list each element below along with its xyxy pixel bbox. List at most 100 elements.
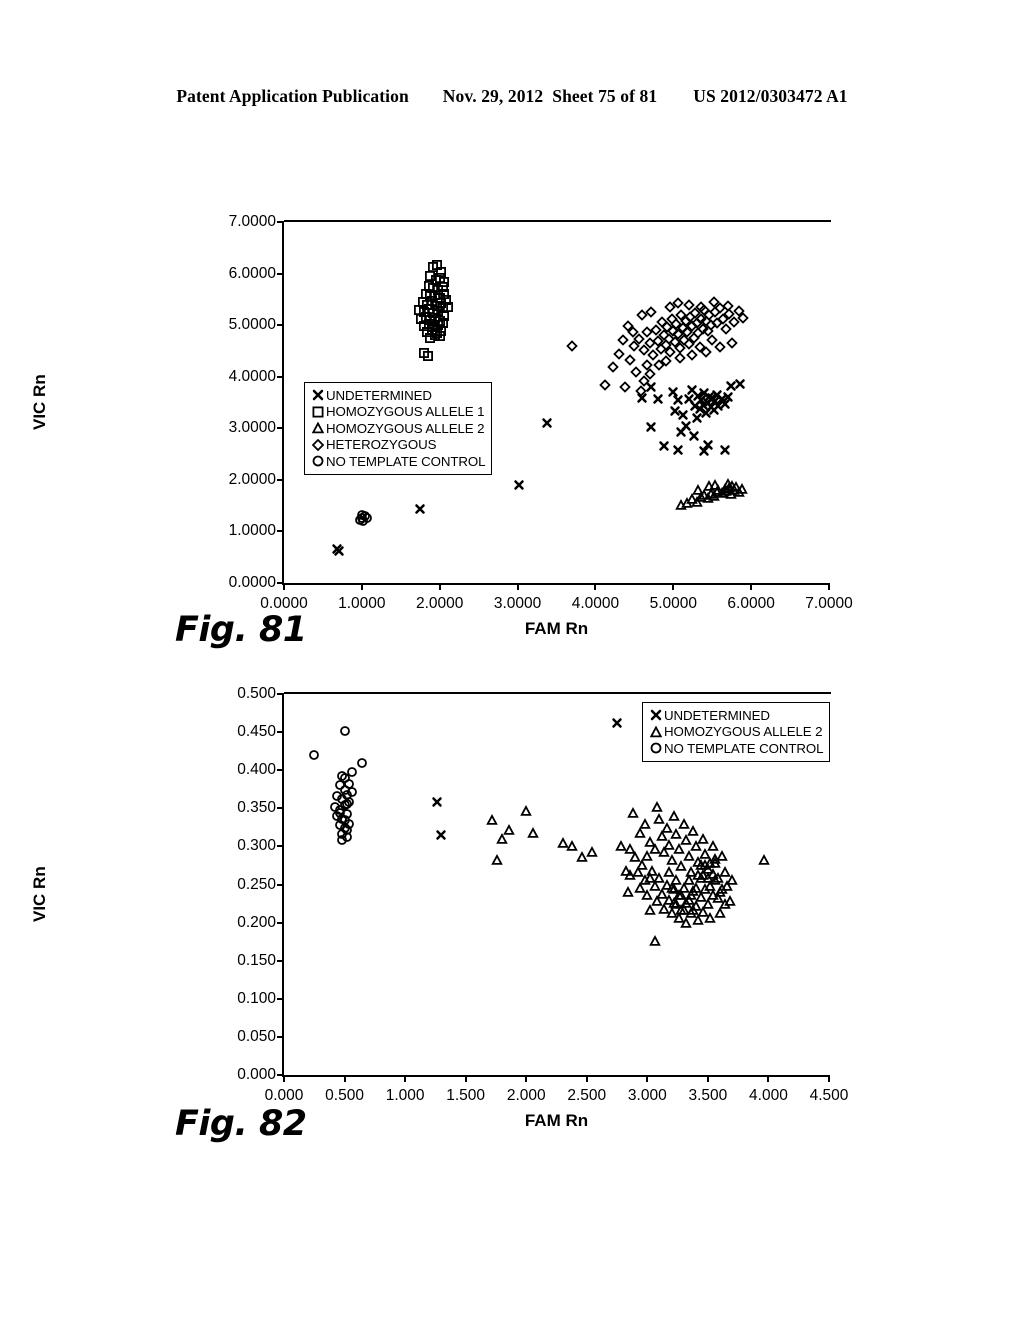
- data-point-triangle: [757, 854, 770, 866]
- data-point-diamond: [622, 320, 634, 332]
- legend-item-label: HOMOZYGOUS ALLELE 2: [664, 724, 823, 740]
- figure-81-caption: Fig. 81: [175, 610, 307, 650]
- legend-item[interactable]: UNDETERMINED: [647, 707, 823, 724]
- publication-header: Patent Application Publication Nov. 29, …: [0, 86, 1024, 107]
- data-point-circle: [337, 835, 348, 846]
- data-point-x: [514, 480, 525, 491]
- y-tick-label: 7.0000: [228, 213, 276, 230]
- circle-marker-icon: [647, 742, 664, 754]
- data-point-x: [688, 430, 699, 441]
- data-point-x: [722, 392, 733, 403]
- data-point-x: [646, 422, 657, 433]
- y-tick-label: 0.100: [237, 989, 276, 1007]
- y-tick: [277, 807, 284, 810]
- x-axis-title: FAM Rn: [524, 619, 589, 638]
- legend-item[interactable]: HOMOZYGOUS ALLELE 1: [309, 404, 485, 421]
- triangle-marker-icon: [309, 422, 326, 434]
- y-tick: [277, 221, 284, 223]
- plot-area-fig82: 0.000 0.050 0.100 0.150 0.200 0.250 0.300 0.350…: [30, 685, 848, 1130]
- x-tick-label: 1.500: [446, 1087, 486, 1104]
- patent-page: Patent Application Publication Nov. 29, …: [0, 0, 1024, 1320]
- data-point-triangle: [626, 806, 639, 818]
- data-point-triangle: [619, 864, 632, 876]
- data-point-triangle: [639, 817, 651, 829]
- x-tick-label: 3.000: [627, 1087, 667, 1104]
- x-tick-label: 3.0000: [493, 595, 542, 612]
- data-point-triangle: [643, 904, 656, 916]
- header-patent-number: US 2012/0303472 A1: [693, 86, 848, 106]
- legend-item[interactable]: UNDETERMINED: [309, 387, 485, 404]
- y-tick: [277, 959, 284, 962]
- data-point-triangle: [651, 800, 663, 812]
- data-point-circle: [356, 509, 367, 520]
- legend-item[interactable]: HOMOZYGOUS ALLELE 2: [309, 420, 485, 437]
- data-point-x: [436, 829, 447, 840]
- x-axis-title: FAM Rn: [524, 1111, 589, 1130]
- y-tick: [277, 769, 284, 772]
- data-point-x: [612, 717, 623, 728]
- data-point-triangle: [527, 826, 540, 838]
- x-tick: [750, 583, 753, 590]
- y-tick: [277, 693, 284, 695]
- diamond-marker-icon: [309, 438, 326, 451]
- data-point-diamond: [707, 296, 720, 309]
- x-tick: [525, 1075, 528, 1082]
- y-tick: [277, 997, 284, 1000]
- data-point-triangle: [622, 886, 634, 898]
- data-point-triangle: [709, 478, 722, 491]
- legend-item[interactable]: NO TEMPLATE CONTROL: [309, 453, 486, 470]
- data-point-diamond: [641, 359, 653, 372]
- data-point-diamond: [714, 341, 726, 353]
- legend-item[interactable]: NO TEMPLATE CONTROL: [647, 740, 824, 757]
- data-point-x: [677, 409, 688, 420]
- y-tick-label: 0.000: [237, 1066, 276, 1083]
- y-tick-label: 0.250: [237, 875, 276, 893]
- data-point-triangle: [566, 840, 579, 852]
- data-point-diamond: [683, 298, 695, 311]
- x-tick-label: 5.0000: [649, 595, 697, 612]
- data-point-diamond: [695, 300, 708, 313]
- figure-81: 0.0000 1.0000 2.0000 3.0000 4.0000 5.0000 6.00…: [0, 200, 1024, 670]
- y-tick-label: 1.0000: [228, 522, 276, 540]
- data-point-diamond: [673, 352, 686, 364]
- data-point-triangle: [641, 889, 654, 901]
- x-tick-label: 4.000: [749, 1087, 788, 1104]
- data-point-diamond: [659, 355, 672, 368]
- data-point-diamond: [619, 381, 631, 393]
- y-tick-label: 0.350: [237, 799, 276, 817]
- data-point-x: [672, 395, 683, 406]
- triangle-marker-icon: [647, 725, 664, 738]
- data-point-diamond: [613, 348, 625, 360]
- data-point-triangle: [687, 904, 700, 916]
- x-tick: [585, 1075, 588, 1082]
- y-tick: [277, 324, 284, 327]
- square-marker-icon: [309, 406, 326, 418]
- y-tick-label: 0.050: [237, 1027, 276, 1045]
- x-tick-label: 0.500: [325, 1087, 364, 1104]
- data-point-diamond: [686, 349, 698, 361]
- x-tick: [516, 583, 519, 590]
- data-point-diamond: [566, 339, 578, 352]
- data-point-x: [415, 503, 426, 514]
- x-tick-label: 1.000: [385, 1087, 425, 1104]
- x-tick: [343, 1075, 346, 1082]
- data-point-triangle: [643, 872, 656, 884]
- plot-frame-top: [284, 692, 831, 694]
- plot-area-fig81: 0.0000 1.0000 2.0000 3.0000 4.0000 5.0000 6.00…: [30, 213, 853, 638]
- legend-item-label: NO TEMPLATE CONTROL: [664, 740, 824, 756]
- figure-82: 0.000 0.050 0.100 0.150 0.200 0.250 0.300 0.350…: [0, 672, 1024, 1172]
- data-point-diamond: [617, 333, 630, 346]
- legend-item-label: UNDETERMINED: [326, 387, 432, 403]
- y-tick-label: 6.0000: [228, 264, 276, 282]
- x-tick-label: 2.500: [567, 1087, 607, 1104]
- data-point-square: [423, 351, 434, 362]
- data-point-diamond: [726, 336, 739, 349]
- data-point-triangle: [723, 895, 736, 907]
- x-marker-icon: [647, 709, 664, 721]
- legend-item-label: HOMOZYGOUS ALLELE 1: [326, 404, 485, 420]
- x-tick-label: 7.0000: [805, 595, 853, 612]
- legend-item[interactable]: HOMOZYGOUS ALLELE 2: [647, 724, 823, 741]
- data-point-x: [652, 394, 663, 405]
- x-tick: [646, 1075, 649, 1082]
- legend-item[interactable]: HETEROZYGOUS: [309, 437, 485, 454]
